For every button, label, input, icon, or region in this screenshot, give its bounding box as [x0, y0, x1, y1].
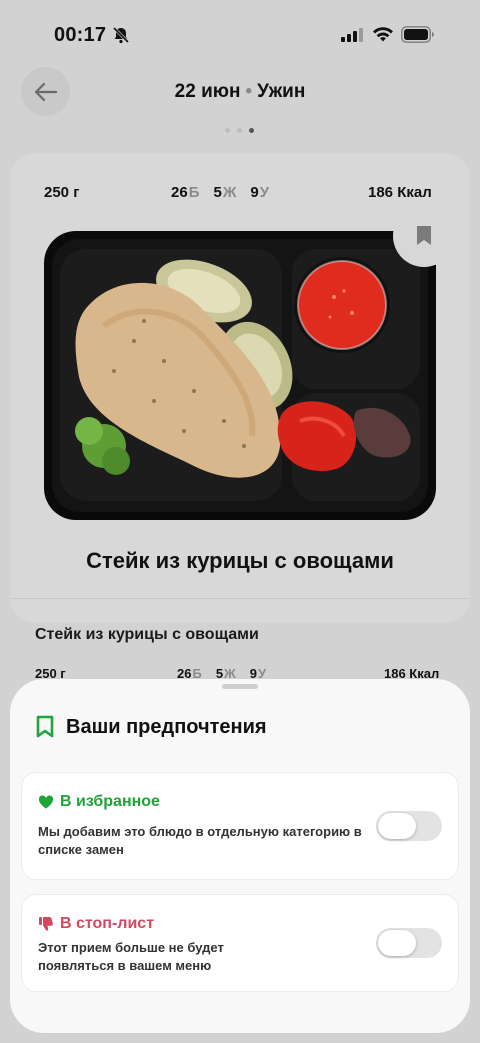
sheet-header: Ваши предпочтения	[36, 715, 267, 739]
sheet-grabber[interactable]	[222, 684, 258, 689]
bookmark-button[interactable]	[393, 205, 455, 267]
header-separator: •	[245, 81, 253, 102]
header-date: 22 июн	[174, 81, 241, 102]
stoplist-toggle[interactable]	[376, 928, 442, 958]
bookmark-icon	[417, 226, 431, 245]
favorites-title: В избранное	[60, 793, 160, 810]
stoplist-title-row: В стоп-лист	[38, 915, 154, 933]
screen: 00:17 22 июн • Ужин 250 г 26Б 5Ж 9У 186 …	[0, 0, 480, 1043]
dish-illustration	[52, 239, 428, 512]
kcal-value: 186 Ккал	[368, 184, 432, 201]
weight-value: 250 г	[44, 184, 80, 201]
stoplist-title: В стоп-лист	[60, 915, 155, 932]
page-dot	[225, 128, 230, 133]
header-title: 22 июн • Ужин	[0, 81, 480, 103]
protein: 26Б	[171, 184, 200, 201]
stoplist-description: Этот прием больше не будет появляться в …	[38, 940, 224, 973]
bell-mute-icon	[112, 26, 130, 44]
favorites-title-row: В избранное	[38, 793, 160, 811]
heart-icon	[38, 795, 54, 809]
battery-icon	[401, 26, 434, 43]
page-dot-active	[249, 128, 254, 133]
status-bar: 00:17	[0, 22, 480, 52]
toggle-knob	[378, 813, 416, 839]
dish-title: Стейк из курицы с овощами	[86, 548, 394, 573]
divider	[10, 598, 470, 599]
cellular-signal-icon	[341, 28, 363, 42]
preferences-sheet: Ваши предпочтения В избранное Мы добавим…	[10, 679, 470, 1033]
stoplist-card: В стоп-лист Этот прием больше не будет п…	[22, 895, 458, 991]
carbs: 9У	[250, 184, 270, 201]
page-indicator	[225, 128, 254, 133]
bookmark-outline-icon	[36, 715, 54, 738]
header-meal: Ужин	[257, 81, 306, 102]
sheet-title: Ваши предпочтения	[66, 715, 267, 738]
macros: 26Б 5Ж 9У	[171, 184, 269, 201]
fat: 5Ж	[213, 184, 237, 201]
dish-photo	[44, 231, 436, 520]
page-dot	[237, 128, 242, 133]
thumbs-down-icon	[39, 917, 53, 931]
toggle-knob	[378, 930, 416, 956]
wifi-icon	[373, 27, 393, 42]
dish-subtitle: Стейк из курицы с овощами	[35, 626, 259, 643]
favorites-description: Мы добавим это блюдо в отдельную категор…	[38, 824, 362, 857]
favorites-card: В избранное Мы добавим это блюдо в отдел…	[22, 773, 458, 879]
favorites-toggle[interactable]	[376, 811, 442, 841]
status-time: 00:17	[54, 24, 107, 46]
